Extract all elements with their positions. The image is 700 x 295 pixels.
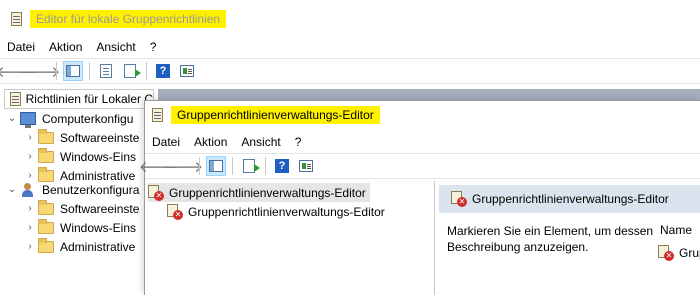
view-button[interactable] (296, 156, 316, 176)
policy-editor-icon (10, 11, 24, 27)
tree-item-label: Softwareeinste (60, 130, 140, 145)
front-window: Gruppenrichtlinienverwaltungs-Editor Dat… (139, 100, 700, 295)
menu-help[interactable]: ? (143, 40, 164, 54)
menu-datei[interactable]: Datei (0, 40, 42, 54)
tree-item-windows-user[interactable]: › Windows-Eins (24, 218, 136, 237)
tree-item-windows[interactable]: › Windows-Eins (24, 147, 136, 166)
export-list-button[interactable] (120, 61, 141, 81)
policy-editor-icon (151, 107, 165, 123)
user-icon (20, 182, 36, 197)
toolbar-separator (146, 62, 147, 80)
detail-panel-header: ✕ Gruppenrichtlinienverwaltungs-Editor (439, 185, 700, 213)
toolbar-separator (232, 157, 233, 175)
tree-item-label: Benutzerkonfigura (42, 182, 140, 197)
chevron-right-icon[interactable]: › (24, 241, 36, 252)
tree-item-software-user[interactable]: › Softwareeinste (24, 199, 139, 218)
back-window-title: Editor für lokale Gruppenrichtlinien (30, 10, 227, 28)
forward-arrow-icon[interactable]: 🡒 (20, 61, 60, 81)
tree-item-label: Gruppenrichtlinienverwaltungs-Editor (188, 204, 385, 219)
description-text: Markieren Sie ein Element, um dessen Bes… (447, 223, 657, 255)
menu-help[interactable]: ? (288, 135, 309, 149)
front-titlebar: Gruppenrichtlinienverwaltungs-Editor (145, 101, 700, 129)
back-menubar: Datei Aktion Ansicht ? (0, 37, 700, 57)
tree-item-software[interactable]: › Softwareeinste (24, 128, 139, 147)
tree-item-label: Gruppenrichtlinienverwaltungs-Editor (169, 185, 366, 200)
error-snapin-icon: ✕ (451, 191, 467, 207)
help-button[interactable]: ? (272, 156, 292, 176)
toolbar-separator (199, 157, 200, 175)
console-tree-icon (209, 160, 223, 172)
export-icon (243, 159, 260, 173)
error-snapin-icon: ✕ (167, 203, 183, 220)
list-item[interactable]: ✕ Grup (658, 243, 700, 262)
description-line-2: Beschreibung anzuzeigen. (447, 240, 589, 254)
folder-icon (38, 218, 54, 234)
help-button[interactable]: ? (153, 61, 173, 81)
menu-aktion[interactable]: Aktion (187, 135, 234, 149)
list-item-label: Grup (679, 245, 700, 260)
chevron-down-icon[interactable]: ⌄ (6, 113, 18, 124)
tree-item-gpm-child[interactable]: ✕ Gruppenrichtlinienverwaltungs-Editor (167, 202, 385, 221)
back-tree-header[interactable]: Richtlinien für Lokaler C (4, 89, 154, 109)
chevron-right-icon[interactable]: › (24, 222, 36, 233)
show-tree-button[interactable] (206, 156, 226, 176)
menu-ansicht[interactable]: Ansicht (234, 135, 287, 149)
tree-item-computer[interactable]: ⌄ Computerkonfigu (6, 109, 133, 128)
chevron-right-icon[interactable]: › (24, 132, 36, 143)
front-window-title: Gruppenrichtlinienverwaltungs-Editor (171, 106, 380, 124)
tree-root-label: Richtlinien für Lokaler C (25, 92, 153, 106)
detail-panel-title: Gruppenrichtlinienverwaltungs-Editor (472, 192, 669, 206)
front-tree-pane: ✕ Gruppenrichtlinienverwaltungs-Editor ✕… (145, 181, 435, 295)
computer-icon (20, 112, 36, 128)
toolbar-separator (89, 62, 90, 80)
back-toolbar: 🡐 🡒 ? (0, 58, 700, 84)
folder-icon (38, 128, 54, 144)
tree-item-gpm-root[interactable]: ✕ Gruppenrichtlinienverwaltungs-Editor (148, 183, 370, 202)
back-titlebar: Editor für lokale Gruppenrichtlinien (0, 4, 700, 34)
properties-list-button[interactable] (96, 61, 116, 81)
chevron-right-icon[interactable]: › (24, 151, 36, 162)
tree-item-label: Softwareeinste (60, 201, 140, 216)
show-tree-button[interactable] (63, 61, 83, 81)
column-header-name[interactable]: Name (660, 223, 692, 237)
view-button[interactable] (177, 61, 197, 81)
folder-icon (38, 147, 54, 163)
tree-item-admin-user[interactable]: › Administrative (24, 237, 135, 256)
tree-item-label: Windows-Eins (60, 149, 137, 164)
help-icon: ? (156, 64, 170, 78)
tree-item-label: Administrative (60, 239, 136, 254)
console-tree-icon (66, 65, 80, 77)
help-icon: ? (275, 159, 289, 173)
description-line-1: Markieren Sie ein Element, um dessen (447, 224, 654, 238)
folder-icon (38, 199, 54, 215)
view-icon (180, 65, 194, 77)
export-list-button[interactable] (239, 156, 260, 176)
document-icon (100, 64, 112, 78)
policy-editor-icon (9, 91, 22, 107)
menu-aktion[interactable]: Aktion (42, 40, 89, 54)
forward-arrow-icon[interactable]: 🡒 (163, 156, 203, 176)
menu-ansicht[interactable]: Ansicht (89, 40, 142, 54)
export-icon (124, 64, 141, 78)
toolbar-separator (56, 62, 57, 80)
view-icon (299, 160, 313, 172)
front-detail-pane: ✕ Gruppenrichtlinienverwaltungs-Editor M… (439, 181, 700, 295)
front-menubar: Datei Aktion Ansicht ? (145, 132, 700, 152)
tree-item-label: Windows-Eins (60, 220, 137, 235)
menu-datei[interactable]: Datei (145, 135, 187, 149)
tree-item-user[interactable]: ⌄ Benutzerkonfigura (6, 180, 139, 199)
error-snapin-icon: ✕ (148, 184, 164, 201)
folder-icon (38, 237, 54, 253)
toolbar-separator (265, 157, 266, 175)
chevron-right-icon[interactable]: › (24, 203, 36, 214)
front-toolbar: 🡐 🡒 ? (139, 153, 700, 179)
tree-item-label: Computerkonfigu (42, 111, 134, 126)
chevron-down-icon[interactable]: ⌄ (6, 184, 18, 195)
error-snapin-icon: ✕ (658, 244, 674, 261)
